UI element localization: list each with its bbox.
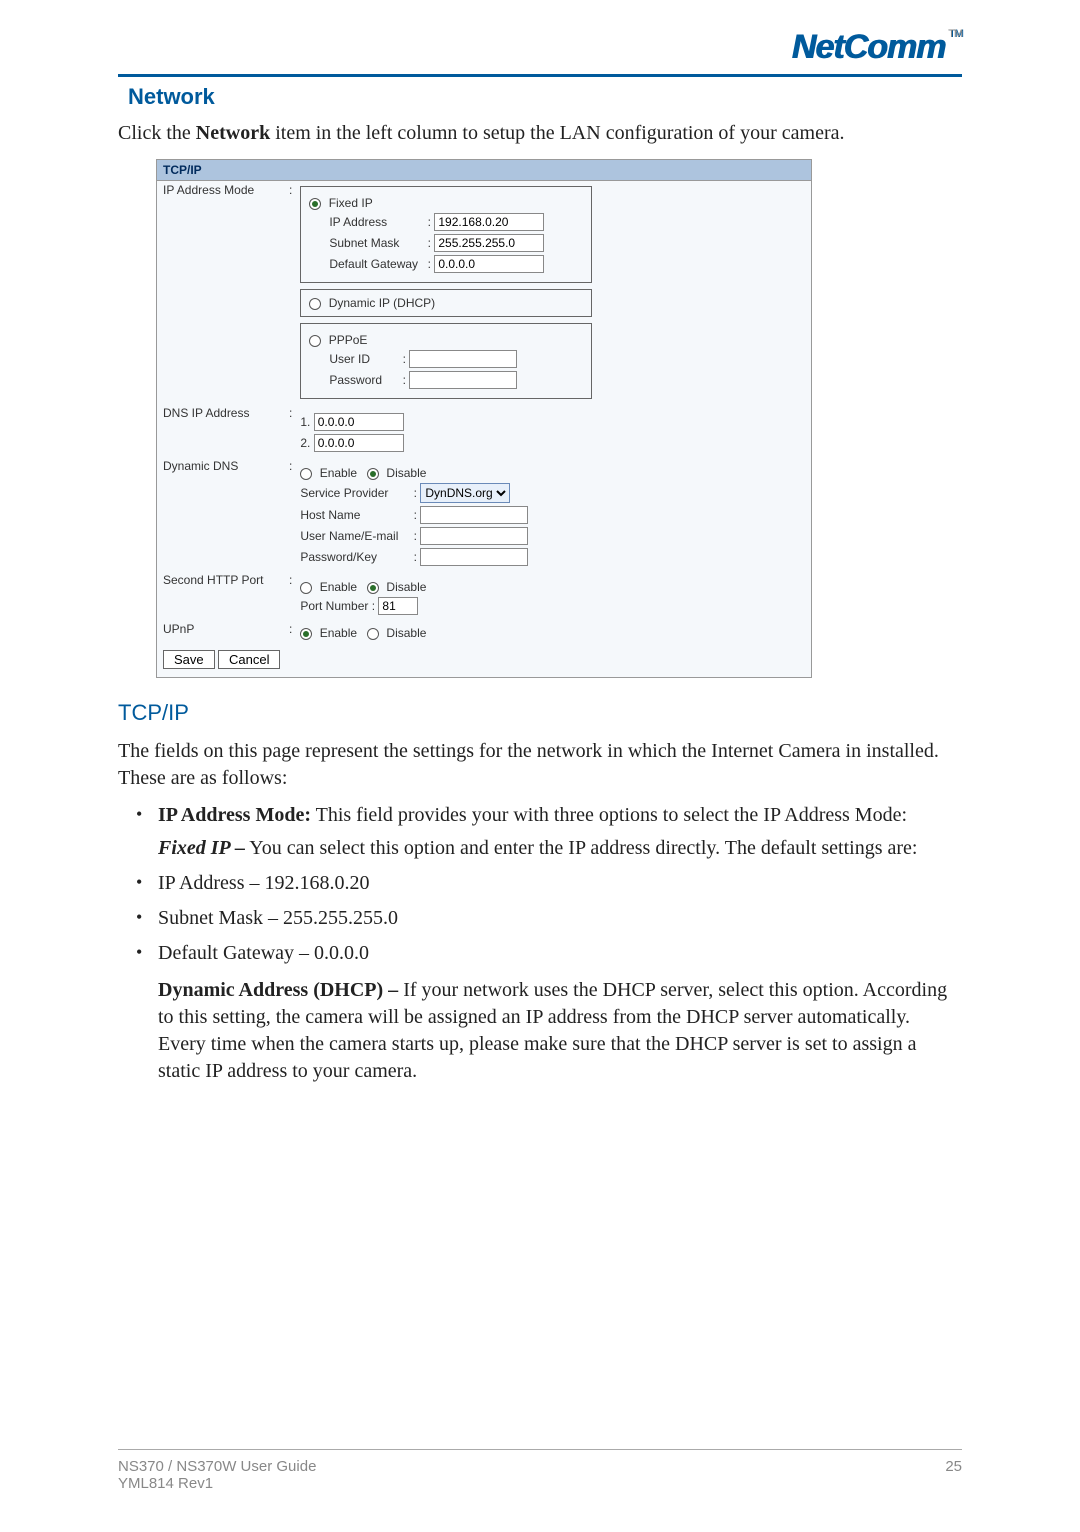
header-rule <box>118 74 962 77</box>
subnet-mask-label: Subnet Mask <box>329 236 424 250</box>
bullet-ip-mode-bold: IP Address Mode: <box>158 804 311 826</box>
ddns-enable-label: Enable <box>320 466 357 480</box>
http2-disable-label: Disable <box>386 580 426 594</box>
brand-name: NetComm <box>792 28 946 66</box>
tcpip-bullets: IP Address Mode: This field provides you… <box>132 802 962 1085</box>
intro-paragraph: Click the Network item in the left colum… <box>118 122 962 145</box>
upnp-enable-label: Enable <box>320 626 357 640</box>
http2-label: Second HTTP Port <box>157 571 285 620</box>
dns2-num: 2. <box>300 436 310 450</box>
http2-disable-radio[interactable] <box>367 582 379 594</box>
footer-line2: YML814 Rev1 <box>118 1475 962 1492</box>
pppoe-panel: PPPoE User ID : Password : <box>300 323 592 399</box>
dhcp-radio-label: Dynamic IP (DHCP) <box>329 296 435 310</box>
brand-tm: TM <box>948 28 962 40</box>
ddns-label: Dynamic DNS <box>157 457 285 571</box>
bullet-ip-mode: IP Address Mode: This field provides you… <box>132 802 962 862</box>
intro-suffix: item in the left column to setup the LAN… <box>270 122 844 144</box>
http2-port-label: Port Number <box>300 599 368 613</box>
pppoe-radio[interactable] <box>309 335 321 347</box>
ip-address-input[interactable] <box>434 213 544 231</box>
dns2-input[interactable] <box>314 434 404 452</box>
config-screenshot: TCP/IP IP Address Mode : Fixed IP IP <box>156 159 812 678</box>
bullet-fixedip-text: You can select this option and enter the… <box>245 837 917 859</box>
http2-port-input[interactable] <box>378 597 418 615</box>
tab-tcpip[interactable]: TCP/IP <box>157 160 811 181</box>
heading-network: Network <box>128 84 962 110</box>
bullet-fixedip-bold: Fixed IP – <box>158 837 245 859</box>
default-gateway-input[interactable] <box>434 255 544 273</box>
ddns-user-input[interactable] <box>420 527 528 545</box>
upnp-enable-radio[interactable] <box>300 628 312 640</box>
subnet-mask-input[interactable] <box>434 234 544 252</box>
ddns-host-label: Host Name <box>300 508 410 522</box>
bullet-ip-mode-text: This field provides your with three opti… <box>311 804 907 826</box>
pppoe-userid-input[interactable] <box>409 350 517 368</box>
dns1-num: 1. <box>300 415 310 429</box>
heading-tcpip: TCP/IP <box>118 700 962 726</box>
dns-label: DNS IP Address <box>157 404 285 457</box>
upnp-disable-radio[interactable] <box>367 628 379 640</box>
ddns-host-input[interactable] <box>420 506 528 524</box>
http2-enable-label: Enable <box>320 580 357 594</box>
pppoe-password-label: Password <box>329 373 399 387</box>
bullet-subnet: Subnet Mask – 255.255.255.0 <box>132 905 962 932</box>
ddns-user-label: User Name/E-mail <box>300 529 410 543</box>
dhcp-radio[interactable] <box>309 298 321 310</box>
page-footer: 25 NS370 / NS370W User Guide YML814 Rev1 <box>118 1449 962 1492</box>
cancel-button[interactable]: Cancel <box>218 650 280 669</box>
page-number: 25 <box>945 1458 962 1475</box>
intro-prefix: Click the <box>118 122 196 144</box>
save-button[interactable]: Save <box>163 650 215 669</box>
bullet-ipaddr: IP Address – 192.168.0.20 <box>132 870 962 897</box>
fixed-ip-radio[interactable] <box>309 198 321 210</box>
fixed-ip-radio-label: Fixed IP <box>329 196 373 210</box>
dns1-input[interactable] <box>314 413 404 431</box>
upnp-label: UPnP <box>157 620 285 642</box>
footer-line1: NS370 / NS370W User Guide <box>118 1458 962 1475</box>
ddns-sp-select[interactable]: DynDNS.org <box>420 483 510 503</box>
bullet-gateway-text: Default Gateway – 0.0.0.0 <box>158 942 369 964</box>
upnp-disable-label: Disable <box>386 626 426 640</box>
ip-address-label: IP Address <box>329 215 424 229</box>
pppoe-userid-label: User ID <box>329 352 399 366</box>
pppoe-radio-label: PPPoE <box>329 333 368 347</box>
ddns-disable-label: Disable <box>386 466 426 480</box>
ip-mode-label: IP Address Mode <box>157 181 285 404</box>
pppoe-password-input[interactable] <box>409 371 517 389</box>
default-gateway-label: Default Gateway <box>329 257 424 271</box>
bullet-dhcp-bold: Dynamic Address (DHCP) – <box>158 979 398 1001</box>
http2-enable-radio[interactable] <box>300 582 312 594</box>
ddns-sp-label: Service Provider <box>300 486 410 500</box>
bullet-gateway: Default Gateway – 0.0.0.0 Dynamic Addres… <box>132 940 962 1085</box>
brand-logo: NetCommTM <box>792 28 962 67</box>
ddns-key-label: Password/Key <box>300 550 410 564</box>
ddns-key-input[interactable] <box>420 548 528 566</box>
ddns-disable-radio[interactable] <box>367 468 379 480</box>
intro-bold: Network <box>196 122 270 144</box>
fixed-ip-panel: Fixed IP IP Address : Subnet Mask : <box>300 186 592 283</box>
dhcp-panel: Dynamic IP (DHCP) <box>300 289 592 317</box>
ddns-enable-radio[interactable] <box>300 468 312 480</box>
tcpip-intro: The fields on this page represent the se… <box>118 738 962 792</box>
